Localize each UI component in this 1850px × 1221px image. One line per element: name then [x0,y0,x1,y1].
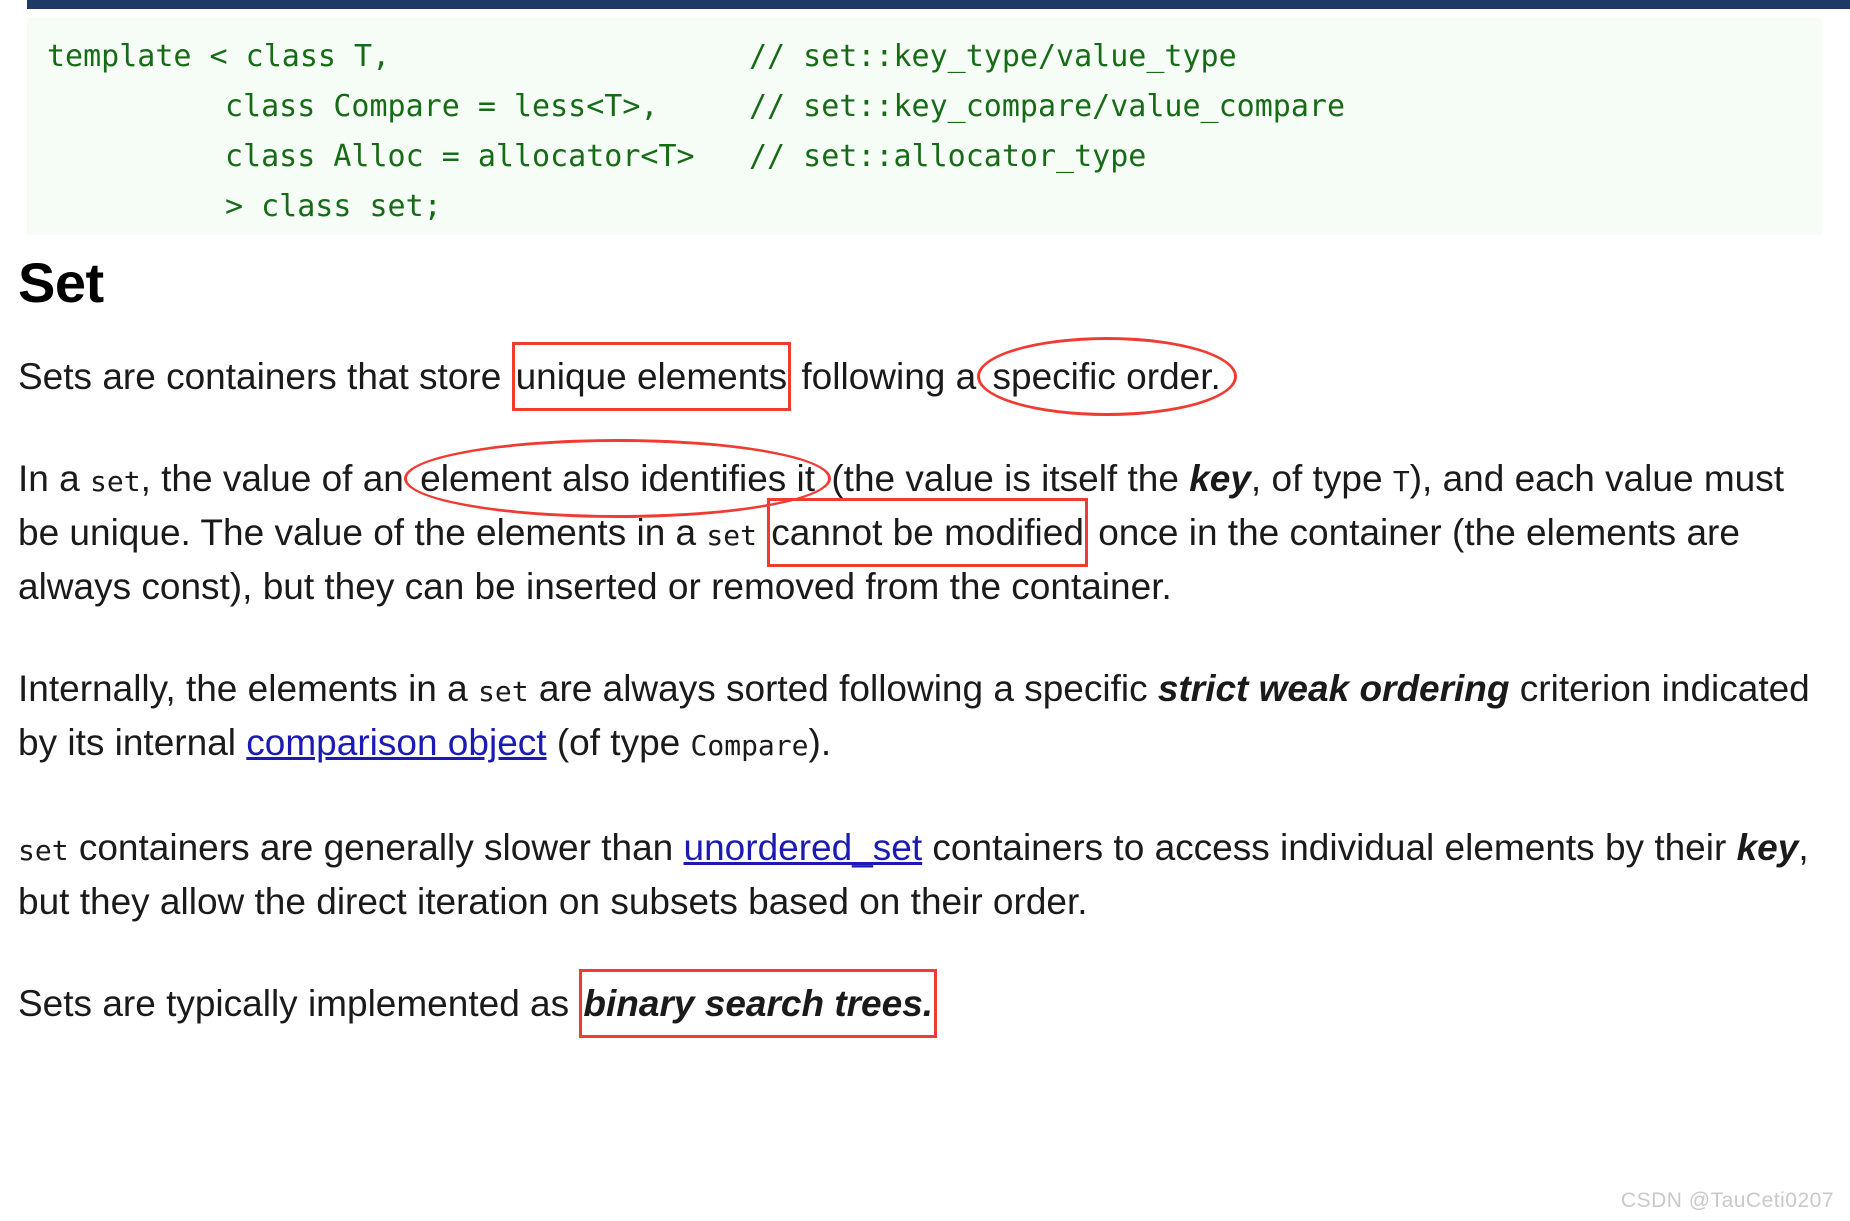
link-comparison-object[interactable]: comparison object [246,722,546,763]
paragraph-2: In a set, the value of an element also i… [18,439,1833,612]
annotation-box-binary-search-trees: binary search trees. [579,969,937,1038]
watermark: CSDN @TauCeti0207 [1620,1189,1834,1212]
paragraph-4: set containers are generally slower than… [18,822,1833,927]
code-comment: // set::key_compare/value_compare [749,89,1346,124]
emphasis-strict-weak-ordering: strict weak ordering [1157,668,1510,709]
code-block: template < class T, // set::key_type/val… [27,18,1822,235]
text-run: are always sorted following a specific [528,668,1158,709]
code-comment: // set::key_type/value_type [749,39,1237,74]
text-run: containers are generally slower than [68,827,684,868]
text-run: In a [18,458,90,499]
paragraph-5: Sets are typically implemented as binary… [18,969,1833,1038]
emphasis-key: key [1736,827,1799,868]
code-comment: // set::allocator_type [749,139,1147,174]
code-line: template < class T, // set::key_type/val… [27,32,1822,82]
inline-code-set: set [90,465,141,498]
inline-code-T: T [1392,465,1410,498]
text-run: element also identifies it [420,458,816,499]
top-accent-bar [27,0,1850,9]
paragraph-1: Sets are containers that store unique el… [18,337,1833,416]
text-run: Sets are containers that store [18,356,512,397]
annotation-box-unique-elements: unique elements [511,342,792,411]
text-run: , of type [1250,458,1393,499]
inline-code-Compare: Compare [690,729,809,762]
text-run: Sets are typically implemented as [18,983,580,1024]
annotation-box-cannot-be-modified: cannot be modified [767,498,1088,567]
text-run: (of type [546,722,691,763]
link-unordered-set[interactable]: unordered_set [684,827,923,868]
text-run: (the value is itself the [821,458,1190,499]
code-text: class Alloc = allocator<T> [225,139,695,174]
page-title: Set [18,251,104,314]
inline-code-set: set [706,519,757,552]
emphasis-binary-search-trees: binary search trees. [583,983,934,1024]
text-run: specific order. [992,356,1221,397]
paragraph-3: Internally, the elements in a set are al… [18,663,1833,771]
text-run: unique elements [515,356,788,397]
annotation-ellipse-specific-order: specific order. [976,337,1238,416]
annotation-ellipse-element-identifies: element also identifies it [404,439,831,518]
text-run [757,512,767,553]
code-line: > class set; [27,182,1822,232]
text-run: following a [791,356,987,397]
code-line: class Compare = less<T>, // set::key_com… [27,82,1822,132]
code-text: template < class T, [47,39,391,74]
text-run: , the value of an [140,458,415,499]
article-body: Set Sets are containers that store uniqu… [18,250,1833,1038]
text-run: Internally, the elements in a [18,668,479,709]
text-run: cannot be modified [771,512,1084,553]
emphasis-key: key [1189,458,1251,499]
code-text: > class set; [225,189,442,224]
code-text: class Compare = less<T>, [225,89,659,124]
code-line: class Alloc = allocator<T> // set::alloc… [27,132,1822,182]
inline-code-set: set [18,834,69,867]
text-run: ). [808,722,832,763]
inline-code-set: set [478,675,529,708]
text-run: containers to access individual elements… [922,827,1737,868]
